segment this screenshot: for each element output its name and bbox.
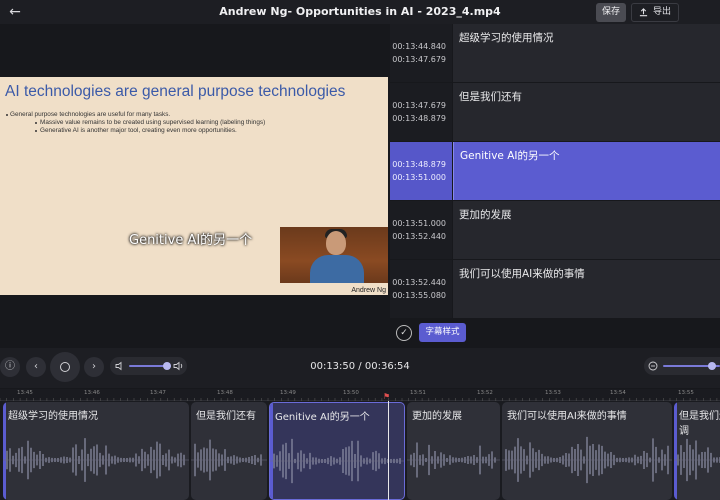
tick-label: 13:45 bbox=[17, 390, 33, 396]
subtitle-list: 00:13:44.840 00:13:47.679 超级学习的使用情况 00:1… bbox=[390, 24, 720, 319]
save-button[interactable]: 保存 bbox=[596, 3, 626, 22]
end-time: 00:13:52.440 bbox=[392, 232, 446, 241]
subtitle-overlay: Genitive AI的另一个 bbox=[129, 233, 253, 248]
end-time: 00:13:55.080 bbox=[392, 291, 446, 300]
timeline-clip[interactable]: 我们可以使用AI来做的事情 bbox=[502, 402, 672, 500]
end-time: 00:13:47.679 bbox=[392, 55, 446, 64]
info-icon[interactable]: ⓘ bbox=[0, 357, 20, 377]
tick-label: 13:55 bbox=[678, 390, 694, 396]
subtitle-style-button[interactable]: 字幕样式 bbox=[419, 323, 466, 342]
subtitle-row-active[interactable]: 00:13:48.879 00:13:51.000 Genitive AI的另一… bbox=[390, 142, 720, 200]
zoom-control[interactable] bbox=[644, 357, 720, 375]
playhead-marker-icon[interactable]: ⚑ bbox=[383, 392, 390, 401]
subtitle-times: 00:13:44.840 00:13:47.679 bbox=[390, 24, 452, 82]
clip-label: 但是我们还有 bbox=[196, 411, 256, 422]
timeline-clip[interactable]: 但是我们还有 bbox=[191, 402, 267, 500]
speaker-name: Andrew Ng bbox=[351, 287, 386, 294]
waveform bbox=[502, 436, 672, 484]
tick-label: 13:54 bbox=[610, 390, 626, 396]
start-time: 00:13:48.879 bbox=[392, 160, 446, 169]
waveform bbox=[674, 438, 720, 482]
time-display: 00:13:50 / 00:36:54 bbox=[310, 361, 410, 372]
timeline-clip-active[interactable]: Genitive AI的另一个 bbox=[269, 402, 405, 500]
export-button[interactable]: 导出 bbox=[631, 3, 679, 22]
upload-icon bbox=[639, 8, 648, 17]
end-time: 00:13:48.879 bbox=[392, 114, 446, 123]
slide-bullet: General purpose technologies are useful … bbox=[10, 111, 171, 118]
playhead[interactable] bbox=[388, 401, 389, 500]
tick-label: 13:50 bbox=[343, 390, 359, 396]
subtitle-times: 00:13:47.679 00:13:48.879 bbox=[390, 83, 452, 141]
video-player[interactable]: AI technologies are general purpose tech… bbox=[0, 24, 388, 347]
tick-label: 13:51 bbox=[410, 390, 426, 396]
subtitle-row[interactable]: 00:13:52.440 00:13:55.080 我们可以使用AI来做的事情 bbox=[390, 260, 720, 318]
waveform bbox=[3, 438, 189, 482]
volume-low-icon bbox=[115, 361, 122, 371]
play-button[interactable] bbox=[50, 352, 80, 382]
subtitle-row[interactable]: 00:13:51.000 00:13:52.440 更加的发展 bbox=[390, 201, 720, 259]
chevron-left-icon[interactable]: ‹ bbox=[26, 357, 46, 377]
slide-title: AI technologies are general purpose tech… bbox=[5, 83, 346, 100]
waveform bbox=[191, 439, 267, 481]
video-frame: AI technologies are general purpose tech… bbox=[0, 77, 388, 295]
speaker-video-inset: Andrew Ng bbox=[280, 227, 388, 295]
subtitle-text[interactable]: Genitive AI的另一个 bbox=[453, 142, 720, 200]
export-label: 导出 bbox=[652, 7, 671, 17]
waveform bbox=[407, 442, 500, 478]
timeline-clip[interactable]: 但是我们还有 调 bbox=[674, 402, 720, 500]
timeline-clip[interactable]: 更加的发展 bbox=[407, 402, 500, 500]
tick-label: 13:46 bbox=[84, 390, 100, 396]
tick-label: 13:49 bbox=[280, 390, 296, 396]
slide-bullet: Generative AI is another major tool, cre… bbox=[40, 127, 237, 134]
tick-label: 13:53 bbox=[545, 390, 561, 396]
check-circle-icon[interactable]: ✓ bbox=[396, 325, 412, 341]
play-record-icon bbox=[60, 362, 70, 372]
tick-label: 13:52 bbox=[477, 390, 493, 396]
subtitle-editor-app: ← Andrew Ng- Opportunities in AI - 2023_… bbox=[0, 0, 720, 500]
timeline-clip[interactable]: 超级学习的使用情况 bbox=[3, 402, 189, 500]
volume-control[interactable] bbox=[110, 357, 187, 375]
bullet-dot-icon bbox=[6, 114, 8, 116]
subtitle-row[interactable]: 00:13:47.679 00:13:48.879 但是我们还有 bbox=[390, 83, 720, 141]
clip-label: 更加的发展 bbox=[412, 411, 462, 422]
tick-label: 13:47 bbox=[150, 390, 166, 396]
bullet-dot-icon bbox=[35, 122, 37, 124]
subtitle-times: 00:13:52.440 00:13:55.080 bbox=[390, 260, 452, 318]
ruler-ticks bbox=[0, 398, 718, 401]
start-time: 00:13:51.000 bbox=[392, 219, 446, 228]
waveform bbox=[270, 438, 404, 484]
end-time: 00:13:51.000 bbox=[392, 173, 446, 182]
timeline-ruler: 13:45 13:46 13:47 13:48 13:49 13:50 13:5… bbox=[0, 389, 720, 401]
subtitle-text[interactable]: 但是我们还有 bbox=[453, 83, 720, 141]
subtitle-row[interactable]: 00:13:44.840 00:13:47.679 超级学习的使用情况 bbox=[390, 24, 720, 82]
zoom-out-icon bbox=[648, 361, 658, 371]
tick-label: 13:48 bbox=[217, 390, 233, 396]
zoom-knob[interactable] bbox=[708, 362, 716, 370]
subtitle-text[interactable]: 更加的发展 bbox=[453, 201, 720, 259]
subtitle-actions: ✓ 字幕样式 bbox=[390, 320, 720, 347]
clip-label: 我们可以使用AI来做的事情 bbox=[507, 411, 627, 422]
slide-bullet: Massive value remains to be created usin… bbox=[40, 119, 266, 126]
top-bar: ← Andrew Ng- Opportunities in AI - 2023_… bbox=[0, 0, 720, 24]
subtitle-text[interactable]: 我们可以使用AI来做的事情 bbox=[453, 260, 720, 318]
start-time: 00:13:47.679 bbox=[392, 101, 446, 110]
volume-knob[interactable] bbox=[163, 362, 171, 370]
timeline[interactable]: 13:45 13:46 13:47 13:48 13:49 13:50 13:5… bbox=[0, 389, 720, 500]
volume-high-icon bbox=[173, 361, 183, 371]
bullet-dot-icon bbox=[35, 130, 37, 132]
start-time: 00:13:44.840 bbox=[392, 42, 446, 51]
clip-label: 但是我们还有 bbox=[679, 411, 720, 422]
subtitle-times: 00:13:48.879 00:13:51.000 bbox=[390, 142, 452, 200]
subtitle-text[interactable]: 超级学习的使用情况 bbox=[453, 24, 720, 82]
playback-controls: ⓘ ‹ › 00:13:50 / 00:36:54 bbox=[0, 348, 720, 388]
subtitle-times: 00:13:51.000 00:13:52.440 bbox=[390, 201, 452, 259]
clip-label: 超级学习的使用情况 bbox=[8, 411, 98, 422]
start-time: 00:13:52.440 bbox=[392, 278, 446, 287]
clip-label: Genitive AI的另一个 bbox=[275, 412, 370, 423]
chevron-right-icon[interactable]: › bbox=[84, 357, 104, 377]
